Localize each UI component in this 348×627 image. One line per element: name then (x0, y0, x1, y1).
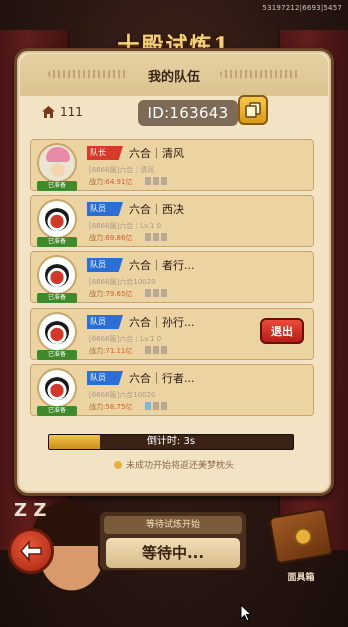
member-name: 六合｜孙行... (129, 316, 195, 329)
equip-slots (145, 233, 167, 241)
member-name: 六合｜清风 (129, 147, 184, 160)
avatar[interactable] (37, 368, 77, 408)
member-server: [6666服]六合｜Lv.1 0 (89, 335, 162, 343)
ready-badge: 已准备 (37, 350, 77, 360)
role-badge: 队员 (87, 371, 123, 385)
refund-notice: 未成功开始将返还美梦枕头 (0, 458, 348, 471)
equip-slot (161, 233, 167, 241)
member-server: [6666服]六合｜Lv.1 0 (89, 222, 162, 230)
panel-header: 我的队伍 (20, 54, 328, 96)
avatar[interactable] (37, 312, 77, 352)
equip-slot (145, 289, 151, 297)
equip-slot (153, 177, 159, 185)
power-value: 58.75亿 (105, 403, 133, 411)
member-name: 六合｜者行... (129, 259, 195, 272)
mask-chest-label: 面具箱 (287, 573, 315, 583)
power-label: 战力: (89, 347, 106, 355)
member-name: 六合｜行者... (129, 372, 195, 385)
mask-chest-icon[interactable] (268, 507, 334, 565)
role-badge: 队员 (87, 202, 123, 216)
equip-slots (145, 402, 167, 410)
role-badge: 队长 (87, 146, 123, 160)
equip-slot (145, 177, 151, 185)
copy-icon (245, 102, 261, 118)
pillow-icon (113, 461, 122, 469)
member-power: 战力:69.86亿 (89, 233, 132, 243)
ready-badge: 已准备 (37, 181, 77, 191)
power-value: 71.11亿 (105, 347, 133, 355)
home-count-value: 111 (60, 105, 83, 119)
equip-slot (161, 402, 167, 410)
fish-ornament-right (220, 70, 300, 78)
mouse-cursor-icon (240, 604, 252, 622)
power-value: 79.65亿 (105, 290, 133, 298)
equip-slot (161, 177, 167, 185)
member-card: 已准备 队员 六合｜者行... [6666服]六合10020 战力:79.65亿 (30, 251, 314, 303)
avatar[interactable] (37, 199, 77, 239)
avatar[interactable] (37, 143, 77, 183)
equip-slot (153, 346, 159, 354)
member-server: [6666服]六合10020 (89, 278, 156, 286)
ready-badge: 已准备 (37, 293, 77, 303)
equip-slot (161, 346, 167, 354)
exit-button[interactable]: 退出 (260, 318, 304, 344)
equip-slot (145, 346, 151, 354)
member-name: 六合｜西决 (129, 203, 184, 216)
waiting-button[interactable]: 等待中... (106, 538, 240, 568)
wait-status: 等待试炼开始 (104, 516, 242, 534)
back-arrow-icon (19, 540, 42, 562)
ready-badge: 已准备 (37, 406, 77, 416)
equip-slot (153, 233, 159, 241)
user-id-watermark: 53197212|6693|5457 (262, 4, 342, 12)
role-badge: 队员 (87, 315, 123, 329)
member-card: 已准备 队长 六合｜清风 [6666服]六合｜清风 战力:64.91亿 (30, 139, 314, 191)
member-card: 已准备 队员 六合｜西决 [6666服]六合｜Lv.1 0 战力:69.86亿 (30, 195, 314, 247)
member-server: [6666服]六合10020 (89, 391, 156, 399)
member-power: 战力:71.11亿 (89, 346, 132, 356)
ready-badge: 已准备 (37, 237, 77, 247)
copy-id-button[interactable] (238, 95, 268, 125)
team-id: ID:163643 (138, 100, 238, 126)
power-value: 69.86亿 (105, 234, 133, 242)
equip-slots (145, 177, 167, 185)
equip-slot (153, 402, 159, 410)
equip-slot (145, 402, 151, 410)
equip-slots (145, 346, 167, 354)
home-icon (42, 106, 55, 118)
power-value: 64.91亿 (105, 178, 133, 186)
equip-slots (145, 289, 167, 297)
power-label: 战力: (89, 234, 106, 242)
power-label: 战力: (89, 403, 106, 411)
role-badge: 队员 (87, 258, 123, 272)
sleep-z-icon: Z Z (14, 500, 47, 521)
member-power: 战力:58.75亿 (89, 402, 132, 412)
equip-slot (161, 289, 167, 297)
power-label: 战力: (89, 290, 106, 298)
member-card: 已准备 队员 六合｜行者... [6666服]六合10020 战力:58.75亿 (30, 364, 314, 416)
member-power: 战力:79.65亿 (89, 289, 132, 299)
back-button[interactable] (8, 528, 54, 574)
equip-slot (145, 233, 151, 241)
countdown-bar: 倒计时: 3s (48, 434, 294, 450)
avatar[interactable] (37, 255, 77, 295)
equip-slot (153, 289, 159, 297)
refund-notice-text: 未成功开始将返还美梦枕头 (125, 461, 234, 471)
member-server: [6666服]六合｜清风 (89, 166, 155, 174)
wait-panel: 等待试炼开始 等待中... (98, 510, 248, 572)
countdown-label: 倒计时: 3s (146, 436, 196, 447)
home-count: 111 (42, 105, 83, 119)
power-label: 战力: (89, 178, 106, 186)
member-power: 战力:64.91亿 (89, 177, 132, 187)
